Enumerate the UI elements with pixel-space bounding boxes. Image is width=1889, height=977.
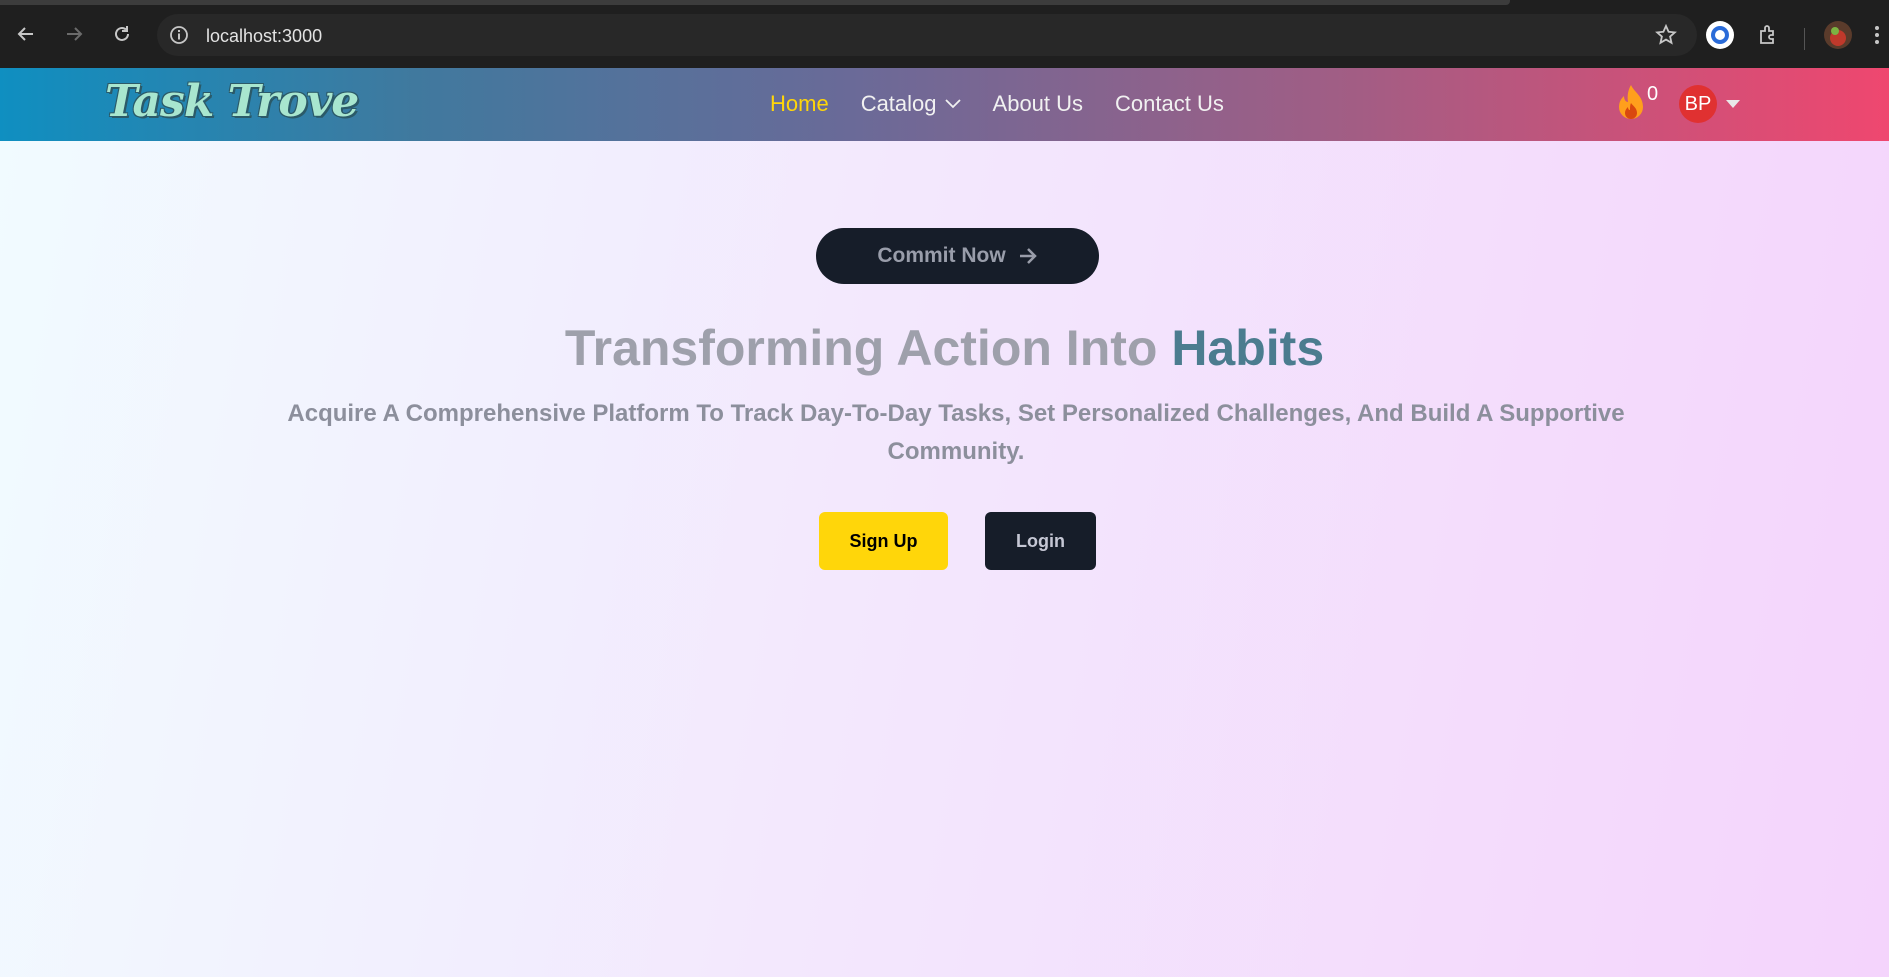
arrow-right-icon bbox=[1019, 248, 1037, 264]
nav-home[interactable]: Home bbox=[770, 91, 829, 117]
streak-count: 0 bbox=[1647, 83, 1659, 105]
headline-text: Transforming Action Into bbox=[564, 320, 1172, 376]
info-icon[interactable] bbox=[169, 25, 189, 45]
nav-contact[interactable]: Contact Us bbox=[1115, 91, 1224, 117]
main-menu: Home Catalog About Us Contact Us bbox=[770, 91, 1224, 117]
sign-up-button[interactable]: Sign Up bbox=[819, 512, 948, 570]
reload-icon[interactable] bbox=[108, 20, 136, 48]
commit-now-label: Commit Now bbox=[877, 244, 1006, 267]
forward-icon[interactable] bbox=[60, 20, 88, 48]
password-manager-icon[interactable] bbox=[1705, 20, 1735, 50]
hero-section: Commit Now Transforming Action Into Habi… bbox=[0, 141, 1889, 977]
browser-toolbar: localhost:3000 bbox=[0, 6, 1889, 68]
flame-icon[interactable] bbox=[1614, 83, 1648, 123]
caret-down-icon[interactable] bbox=[1726, 100, 1740, 108]
hero-subtitle: Acquire A Comprehensive Platform To Trac… bbox=[287, 400, 1625, 465]
user-avatar[interactable]: BP bbox=[1679, 85, 1717, 123]
nav-catalog-label: Catalog bbox=[860, 91, 937, 116]
profile-avatar-icon[interactable] bbox=[1823, 20, 1853, 50]
headline-accent: Habits bbox=[1171, 320, 1325, 376]
commit-now-button[interactable]: Commit Now bbox=[816, 228, 1099, 284]
active-tab-edge bbox=[0, 0, 1510, 5]
hero-headline: Transforming Action Into Habits bbox=[0, 319, 1889, 377]
login-button[interactable]: Login bbox=[985, 512, 1096, 570]
extensions-icon[interactable] bbox=[1754, 20, 1784, 50]
nav-about[interactable]: About Us bbox=[993, 91, 1084, 117]
site-navbar: Task Trove Home Catalog About Us Contact… bbox=[0, 68, 1889, 141]
url-text[interactable]: localhost:3000 bbox=[206, 26, 322, 47]
back-icon[interactable] bbox=[12, 20, 40, 48]
bookmark-star-icon[interactable] bbox=[1655, 24, 1677, 46]
toolbar-separator bbox=[1804, 28, 1805, 50]
chevron-down-icon bbox=[944, 99, 961, 109]
site-logo[interactable]: Task Trove bbox=[105, 76, 359, 127]
address-bar[interactable]: localhost:3000 bbox=[157, 14, 1697, 56]
nav-catalog[interactable]: Catalog bbox=[861, 91, 961, 117]
more-menu-icon[interactable] bbox=[1870, 20, 1884, 50]
